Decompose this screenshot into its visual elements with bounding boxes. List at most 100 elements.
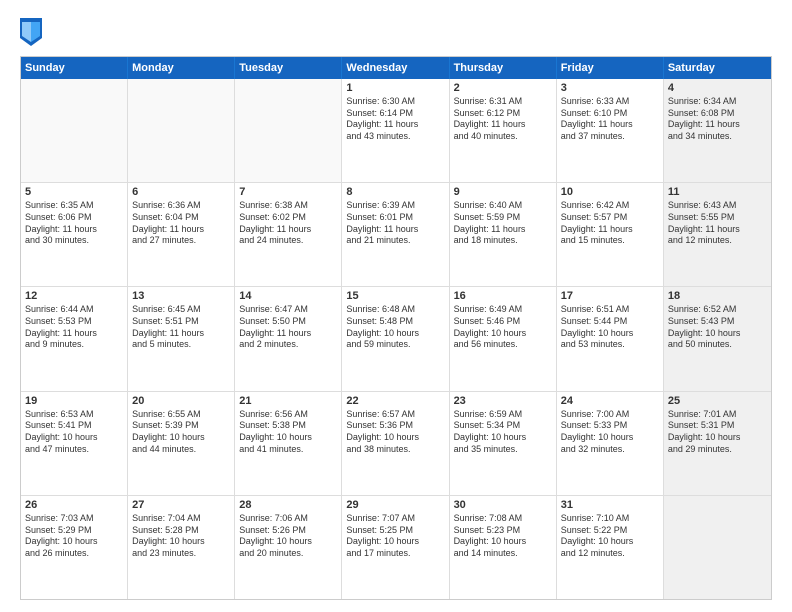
calendar-cell-2-6: 18Sunrise: 6:52 AMSunset: 5:43 PMDayligh… bbox=[664, 287, 771, 390]
cell-text-line: Daylight: 11 hours bbox=[668, 119, 767, 131]
cell-text-line: Daylight: 11 hours bbox=[132, 224, 230, 236]
calendar-row-0: 1 Sunrise: 6:30 AMSunset: 6:14 PM Daylight… bbox=[21, 79, 771, 182]
cell-text-line: Daylight: 11 hours bbox=[132, 328, 230, 340]
day-number: 28 bbox=[239, 499, 337, 511]
cell-text-line: and 40 minutes. bbox=[454, 131, 552, 143]
cell-text-line: and 29 minutes. bbox=[668, 444, 767, 456]
calendar-cell-4-6 bbox=[664, 496, 771, 599]
logo bbox=[20, 18, 46, 46]
calendar-cell-0-2 bbox=[235, 79, 342, 182]
cell-text-line: Daylight: 10 hours bbox=[25, 432, 123, 444]
calendar-cell-3-0: 19Sunrise: 6:53 AMSunset: 5:41 PMDayligh… bbox=[21, 392, 128, 495]
cell-text-line: Sunrise: 6:31 AM bbox=[454, 96, 552, 108]
cell-text-line: Sunset: 5:23 PM bbox=[454, 525, 552, 537]
calendar-cell-0-0 bbox=[21, 79, 128, 182]
cell-text-line: Sunset: 5:53 PM bbox=[25, 316, 123, 328]
cell-text-line: and 9 minutes. bbox=[25, 339, 123, 351]
cell-text-line: Daylight: 11 hours bbox=[25, 224, 123, 236]
cell-text-line: Sunrise: 6:34 AM bbox=[668, 96, 767, 108]
cell-text-line: and 41 minutes. bbox=[239, 444, 337, 456]
cell-text-line: Daylight: 10 hours bbox=[25, 536, 123, 548]
cell-text-line: Sunset: 6:14 PM bbox=[346, 108, 444, 120]
day-number: 29 bbox=[346, 499, 444, 511]
calendar-cell-4-1: 27Sunrise: 7:04 AMSunset: 5:28 PMDayligh… bbox=[128, 496, 235, 599]
cell-text-line: Daylight: 10 hours bbox=[561, 536, 659, 548]
cell-text-line: Sunrise: 6:53 AM bbox=[25, 409, 123, 421]
cell-text-line: and 38 minutes. bbox=[346, 444, 444, 456]
cell-text-line: Sunrise: 6:30 AM bbox=[346, 96, 444, 108]
cell-text-line: Sunset: 5:38 PM bbox=[239, 420, 337, 432]
cell-text-line: and 56 minutes. bbox=[454, 339, 552, 351]
day-number: 14 bbox=[239, 290, 337, 302]
cell-text-line: Daylight: 10 hours bbox=[346, 536, 444, 548]
calendar-cell-4-2: 28Sunrise: 7:06 AMSunset: 5:26 PMDayligh… bbox=[235, 496, 342, 599]
calendar-cell-2-2: 14Sunrise: 6:47 AMSunset: 5:50 PMDayligh… bbox=[235, 287, 342, 390]
day-header-wednesday: Wednesday bbox=[342, 57, 449, 79]
calendar-cell-4-4: 30Sunrise: 7:08 AMSunset: 5:23 PMDayligh… bbox=[450, 496, 557, 599]
cell-text-line: and 2 minutes. bbox=[239, 339, 337, 351]
calendar-cell-3-2: 21Sunrise: 6:56 AMSunset: 5:38 PMDayligh… bbox=[235, 392, 342, 495]
calendar-row-2: 12Sunrise: 6:44 AMSunset: 5:53 PMDayligh… bbox=[21, 286, 771, 390]
cell-text-line: Daylight: 10 hours bbox=[132, 432, 230, 444]
day-number: 27 bbox=[132, 499, 230, 511]
cell-text-line: Sunset: 5:34 PM bbox=[454, 420, 552, 432]
cell-text-line: Sunrise: 6:45 AM bbox=[132, 304, 230, 316]
cell-text-line: Daylight: 11 hours bbox=[25, 328, 123, 340]
cell-text-line: Sunrise: 7:07 AM bbox=[346, 513, 444, 525]
cell-text-line: Sunrise: 7:04 AM bbox=[132, 513, 230, 525]
cell-text-line: Sunrise: 6:47 AM bbox=[239, 304, 337, 316]
calendar-cell-2-0: 12Sunrise: 6:44 AMSunset: 5:53 PMDayligh… bbox=[21, 287, 128, 390]
cell-text-line: Sunset: 6:01 PM bbox=[346, 212, 444, 224]
cell-text-line: Daylight: 10 hours bbox=[561, 328, 659, 340]
cell-text-line: Sunrise: 6:36 AM bbox=[132, 200, 230, 212]
cell-text-line: Daylight: 11 hours bbox=[239, 224, 337, 236]
cell-text-line: Sunrise: 7:06 AM bbox=[239, 513, 337, 525]
calendar-row-3: 19Sunrise: 6:53 AMSunset: 5:41 PMDayligh… bbox=[21, 391, 771, 495]
calendar-body: 1 Sunrise: 6:30 AMSunset: 6:14 PM Daylight… bbox=[21, 79, 771, 599]
cell-text-line: Daylight: 11 hours bbox=[239, 328, 337, 340]
calendar-cell-3-3: 22Sunrise: 6:57 AMSunset: 5:36 PMDayligh… bbox=[342, 392, 449, 495]
cell-text-line: and 59 minutes. bbox=[346, 339, 444, 351]
cell-text-line: Sunrise: 6:42 AM bbox=[561, 200, 659, 212]
calendar-cell-1-4: 9Sunrise: 6:40 AMSunset: 5:59 PMDaylight… bbox=[450, 183, 557, 286]
calendar-cell-0-5: 3Sunrise: 6:33 AMSunset: 6:10 PMDaylight… bbox=[557, 79, 664, 182]
calendar-cell-1-0: 5Sunrise: 6:35 AMSunset: 6:06 PMDaylight… bbox=[21, 183, 128, 286]
cell-text-line: Sunrise: 6:55 AM bbox=[132, 409, 230, 421]
day-number: 18 bbox=[668, 290, 767, 302]
cell-text-line: and 34 minutes. bbox=[668, 131, 767, 143]
cell-text-line: Sunset: 5:44 PM bbox=[561, 316, 659, 328]
cell-text-line: Sunrise: 7:08 AM bbox=[454, 513, 552, 525]
day-number: 21 bbox=[239, 395, 337, 407]
cell-text-line: and 15 minutes. bbox=[561, 235, 659, 247]
cell-text-line: Sunset: 5:48 PM bbox=[346, 316, 444, 328]
logo-icon bbox=[20, 18, 42, 46]
cell-text-line: Daylight: 10 hours bbox=[668, 328, 767, 340]
calendar-cell-3-1: 20Sunrise: 6:55 AMSunset: 5:39 PMDayligh… bbox=[128, 392, 235, 495]
cell-text-line: and 12 minutes. bbox=[668, 235, 767, 247]
calendar-cell-1-6: 11Sunrise: 6:43 AMSunset: 5:55 PMDayligh… bbox=[664, 183, 771, 286]
day-number: 9 bbox=[454, 186, 552, 198]
day-number: 7 bbox=[239, 186, 337, 198]
cell-text-line: Sunrise: 6:39 AM bbox=[346, 200, 444, 212]
cell-text-line: Daylight: 10 hours bbox=[454, 328, 552, 340]
cell-text-line: Daylight: 11 hours bbox=[454, 224, 552, 236]
day-number: 24 bbox=[561, 395, 659, 407]
cell-text-line: Sunset: 6:06 PM bbox=[25, 212, 123, 224]
cell-text-line: Sunset: 5:39 PM bbox=[132, 420, 230, 432]
day-number: 30 bbox=[454, 499, 552, 511]
cell-text-line: and 26 minutes. bbox=[25, 548, 123, 560]
calendar-cell-2-4: 16Sunrise: 6:49 AMSunset: 5:46 PMDayligh… bbox=[450, 287, 557, 390]
cell-text-line: and 44 minutes. bbox=[132, 444, 230, 456]
cell-text-line: Sunrise: 7:00 AM bbox=[561, 409, 659, 421]
day-number: 4 bbox=[668, 82, 767, 94]
cell-text-line: and 21 minutes. bbox=[346, 235, 444, 247]
cell-text-line: and 32 minutes. bbox=[561, 444, 659, 456]
day-number: 1 bbox=[346, 82, 444, 94]
cell-text-line: and 30 minutes. bbox=[25, 235, 123, 247]
cell-text-line: and 17 minutes. bbox=[346, 548, 444, 560]
cell-text-line: Sunrise: 6:51 AM bbox=[561, 304, 659, 316]
day-number: 2 bbox=[454, 82, 552, 94]
cell-text-line: Sunset: 5:59 PM bbox=[454, 212, 552, 224]
calendar-cell-1-2: 7Sunrise: 6:38 AMSunset: 6:02 PMDaylight… bbox=[235, 183, 342, 286]
calendar-cell-2-1: 13Sunrise: 6:45 AMSunset: 5:51 PMDayligh… bbox=[128, 287, 235, 390]
